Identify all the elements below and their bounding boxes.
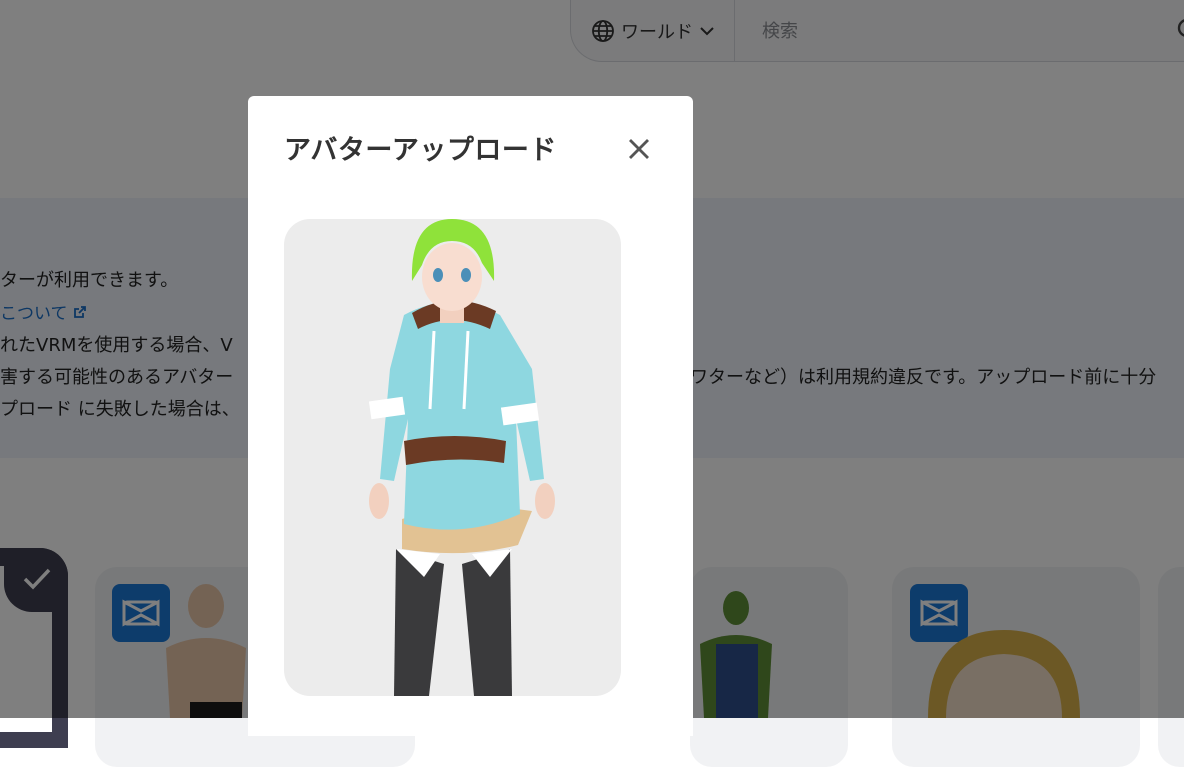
close-icon (629, 139, 649, 159)
avatar-preview (284, 219, 621, 696)
avatar-upload-dialog: アバターアップロード (248, 96, 693, 736)
close-button[interactable] (624, 134, 654, 164)
avatar-preview-image (368, 219, 555, 696)
dialog-title: アバターアップロード (284, 135, 557, 166)
